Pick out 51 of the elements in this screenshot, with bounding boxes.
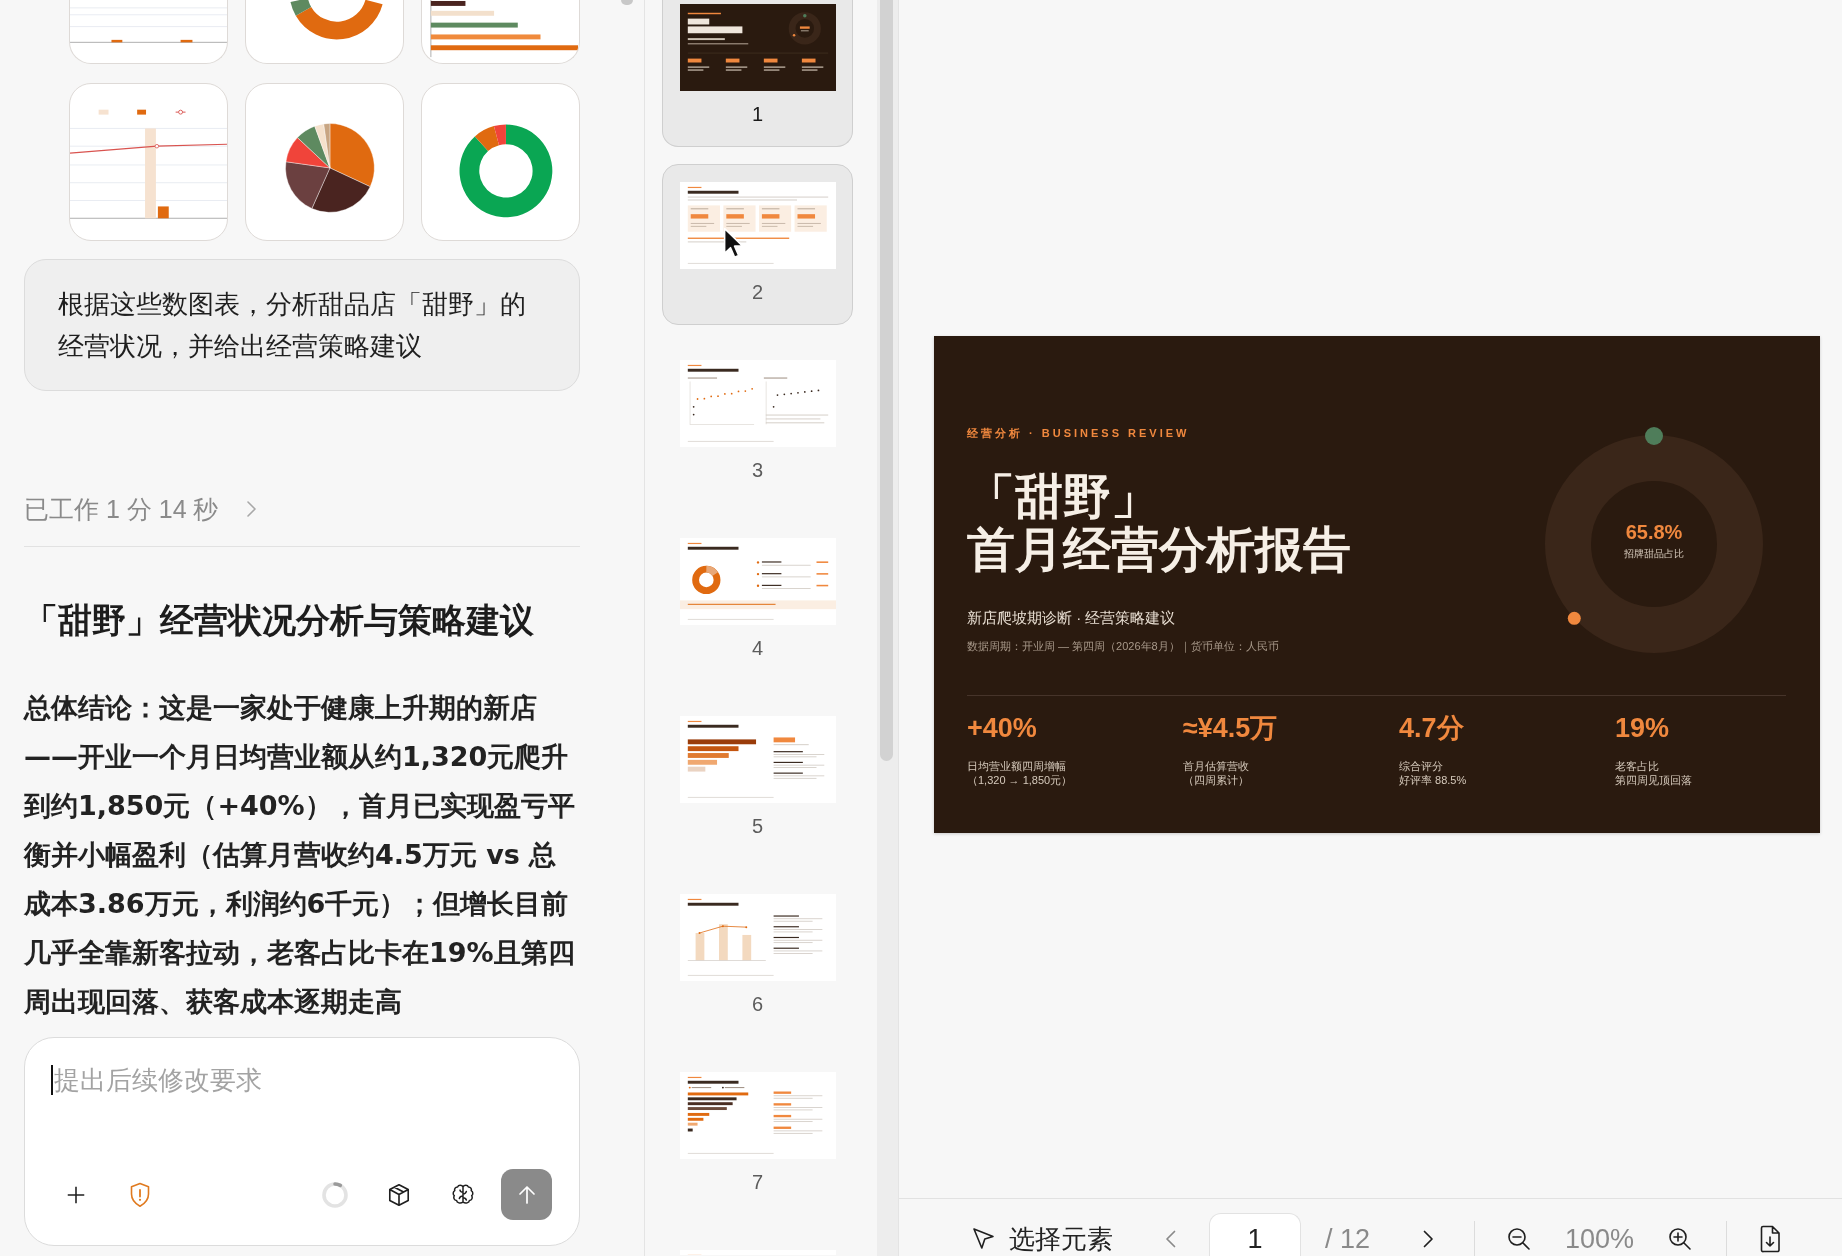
answer-heading: 「甜野」经营状况分析与策略建议 xyxy=(24,600,535,641)
slide-thumbnail[interactable]: 7 xyxy=(662,1054,853,1215)
text-cursor-icon xyxy=(51,1065,53,1095)
ring-dot-icon xyxy=(1567,611,1581,625)
stat-caption: 日均营业额四周增幅 （1,320 → 1,850元） xyxy=(967,758,1073,787)
chart-bar xyxy=(430,10,495,16)
chart-image-card[interactable] xyxy=(245,83,404,241)
select-element-button[interactable]: 选择元素 xyxy=(971,1221,1113,1256)
slide-subtitle: 新店爬坡期诊断 · 经营策略建议 xyxy=(967,607,1177,628)
slide-thumbnail[interactable]: 1 xyxy=(662,0,853,147)
scrollbar-thumb[interactable] xyxy=(621,0,633,5)
pointer-icon xyxy=(971,1226,997,1252)
chart-bar xyxy=(180,39,193,43)
zoom-out-icon xyxy=(1506,1226,1533,1252)
page-number-field[interactable]: 1 xyxy=(1209,1213,1301,1256)
chart-bar xyxy=(111,39,123,43)
slide-thumbnail[interactable]: 3 xyxy=(662,342,853,503)
chart-bar xyxy=(430,1,466,6)
cube-icon xyxy=(386,1181,412,1208)
data-point xyxy=(154,144,160,149)
zoom-in-icon xyxy=(1667,1226,1694,1252)
work-duration-toggle[interactable]: 已工作 1 分 14 秒 xyxy=(24,491,261,527)
slide-thumbnail[interactable]: 6 xyxy=(662,876,853,1037)
shield-warning-icon xyxy=(129,1181,151,1208)
ring-dot-icon xyxy=(1645,426,1663,445)
stat-caption: 首月估算营收 （四周累计） xyxy=(1183,758,1249,787)
slide-kicker: 经营分析 · BUSINESS REVIEW xyxy=(967,425,1191,441)
stat-value: +40% xyxy=(967,711,1037,744)
legend-marker-icon xyxy=(175,109,187,115)
slide-title: 「甜野」 首月经营分析报告 xyxy=(967,469,1351,576)
follow-up-input[interactable]: 提出后续修改要求 xyxy=(52,1062,552,1098)
progress-ring-icon xyxy=(321,1180,349,1209)
slide-thumbnail[interactable]: 2 xyxy=(662,164,853,325)
legend-swatch-icon xyxy=(98,109,109,115)
slide-thumbnail[interactable]: 4 xyxy=(662,520,853,681)
stat-caption: 老客占比 第四周见顶回落 xyxy=(1615,758,1692,787)
slide-thumbnail[interactable]: 5 xyxy=(662,698,853,859)
legend-swatch-icon xyxy=(137,109,147,115)
user-message: 根据这些数图表，分析甜品店「甜野」的经营状况，并给出经营策略建议 xyxy=(24,259,580,391)
stat-value: 4.7分 xyxy=(1399,711,1464,744)
stat-caption: 综合评分 好评率 88.5% xyxy=(1399,758,1467,787)
ring-label: 招牌甜品占比 xyxy=(1624,547,1684,559)
file-download-icon xyxy=(1758,1225,1783,1253)
ring-value: 65.8% xyxy=(1625,520,1683,543)
page-count: / 12 xyxy=(1325,1223,1371,1256)
stat-value: 19% xyxy=(1615,711,1670,744)
stat-value: ≈¥4.5万 xyxy=(1183,711,1278,744)
slide-meta: 数据周期：开业周 — 第四周（2026年8月）｜货币单位：人民币 xyxy=(967,638,1280,655)
answer-paragraph: 总体结论：这是一家处于健康上升期的新店——开业一个月日均营业额从约1,320元爬升到约1,850元（+40%），首月已实现盈亏平衡并小幅盈利（估算月营收约4.5万元 vs 总成本3.86万元，利润约6千元）；但增长目前几乎全靠新客拉动，老客占比卡在19%且第四周出现回落、获客成本逐期走高 xyxy=(24,691,576,1019)
zoom-level: 100% xyxy=(1565,1223,1635,1256)
scrollbar-thumb[interactable] xyxy=(880,0,893,761)
